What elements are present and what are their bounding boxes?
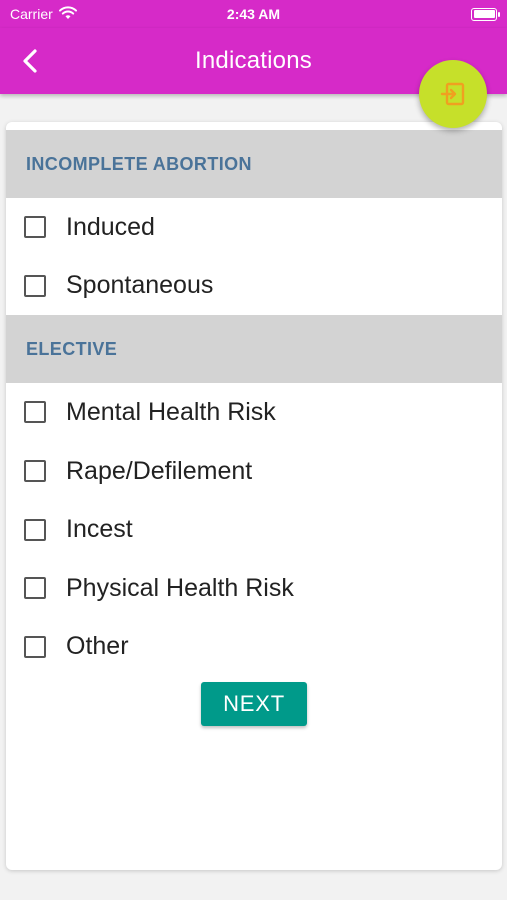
next-button[interactable]: NEXT <box>201 682 307 727</box>
checkbox[interactable] <box>24 401 46 424</box>
status-bar: Carrier 2:43 AM <box>0 0 507 28</box>
checkbox[interactable] <box>24 635 46 658</box>
option-other[interactable]: Other <box>6 618 502 677</box>
option-label: Other <box>66 632 129 661</box>
option-incest[interactable]: Incest <box>6 500 502 559</box>
section-title: ELECTIVE <box>26 338 118 359</box>
page-title: Indications <box>195 47 312 74</box>
checkbox[interactable] <box>24 518 46 541</box>
checkbox[interactable] <box>24 274 46 297</box>
section-header-incomplete-abortion: INCOMPLETE ABORTION <box>6 130 502 198</box>
chevron-left-icon <box>23 49 37 73</box>
option-rape-defilement[interactable]: Rape/Defilement <box>6 442 502 501</box>
indications-card: INCOMPLETE ABORTION Induced Spontaneous … <box>6 122 502 870</box>
option-spontaneous[interactable]: Spontaneous <box>6 257 502 316</box>
back-button[interactable] <box>14 45 46 77</box>
option-label: Incest <box>66 515 133 544</box>
option-label: Mental Health Risk <box>66 397 276 426</box>
incomplete-abortion-options: Induced Spontaneous <box>6 198 502 315</box>
battery-icon <box>471 7 500 21</box>
carrier-label: Carrier <box>10 6 53 22</box>
next-button-wrap: NEXT <box>6 682 502 727</box>
checkbox[interactable] <box>24 216 46 239</box>
option-label: Induced <box>66 212 155 241</box>
option-label: Physical Health Risk <box>66 573 294 602</box>
checkbox[interactable] <box>24 460 46 483</box>
checkbox[interactable] <box>24 577 46 600</box>
option-label: Rape/Defilement <box>66 456 253 485</box>
exit-to-app-icon <box>440 82 465 106</box>
section-title: INCOMPLETE ABORTION <box>26 153 252 174</box>
exit-fab-button[interactable] <box>419 60 487 128</box>
option-induced[interactable]: Induced <box>6 198 502 257</box>
option-physical-health-risk[interactable]: Physical Health Risk <box>6 559 502 618</box>
wifi-icon <box>58 5 77 23</box>
elective-options: Mental Health Risk Rape/Defilement Inces… <box>6 383 502 676</box>
option-mental-health-risk[interactable]: Mental Health Risk <box>6 383 502 442</box>
option-label: Spontaneous <box>66 271 214 300</box>
status-left: Carrier <box>10 5 77 23</box>
section-header-elective: ELECTIVE <box>6 315 502 384</box>
